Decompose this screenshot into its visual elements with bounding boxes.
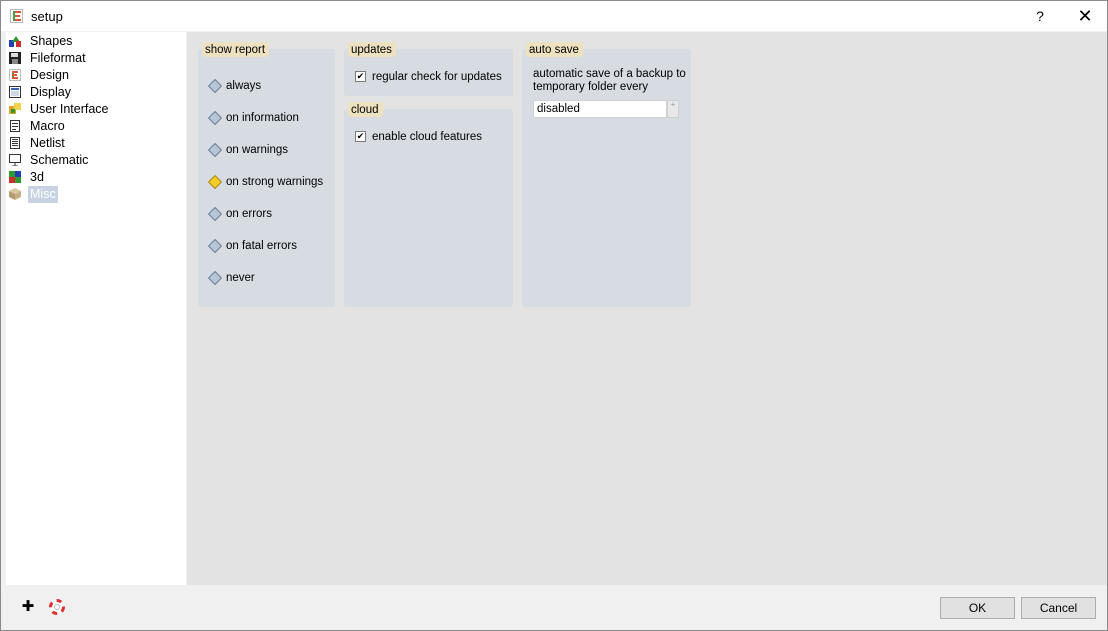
radio-diamond-icon	[207, 142, 223, 158]
misc-box-icon	[9, 188, 21, 200]
radio-diamond-icon	[207, 78, 223, 94]
auto-save-interval-input[interactable]	[533, 100, 667, 118]
floppy-disk-icon	[9, 52, 21, 64]
netlist-icon	[9, 137, 21, 149]
sidebar-item-label: Schematic	[30, 153, 89, 167]
window-title: setup	[31, 9, 63, 24]
settings-panel: show report always on information on war…	[187, 32, 1107, 585]
title-bar: setup ? ✕	[1, 1, 1107, 31]
cloud-group: cloud ✔ enable cloud features	[344, 102, 513, 307]
cancel-button[interactable]: Cancel	[1021, 597, 1096, 619]
radio-diamond-icon	[207, 110, 223, 126]
updates-title: updates	[348, 42, 396, 57]
sidebar-item-label: User Interface	[30, 102, 109, 116]
setup-window: setup ? ✕ Shapes Fileformat Design Displ…	[0, 0, 1108, 631]
sidebar-item-label: Design	[30, 68, 69, 82]
sidebar-item-label: Misc	[28, 186, 58, 203]
show-report-title: show report	[202, 42, 270, 57]
auto-save-title: auto save	[526, 42, 583, 57]
radio-diamond-selected-icon	[207, 174, 223, 190]
auto-save-group: auto save automatic save of a backup to …	[522, 42, 691, 307]
auto-save-description: automatic save of a backup to temporary …	[533, 68, 686, 93]
sidebar-item-label: Macro	[30, 119, 65, 133]
macro-icon	[9, 120, 21, 132]
close-button[interactable]: ✕	[1073, 4, 1097, 28]
sidebar-item-label: Display	[30, 85, 71, 99]
shapes-icon	[9, 35, 21, 47]
sidebar-item-label: Fileformat	[30, 51, 86, 65]
updates-group: updates ✔ regular check for updates	[344, 42, 513, 96]
sidebar-item-label: Netlist	[30, 136, 65, 150]
checkmark-icon: ✔	[355, 131, 366, 142]
checkmark-icon: ✔	[355, 71, 366, 82]
add-icon[interactable]: ✚	[20, 599, 36, 615]
radio-diamond-icon	[207, 270, 223, 286]
help-button[interactable]: ?	[1029, 6, 1051, 26]
cloud-title: cloud	[348, 102, 383, 117]
ok-button[interactable]: OK	[940, 597, 1015, 619]
show-report-group: show report always on information on war…	[198, 42, 335, 307]
sidebar-item-label: 3d	[30, 170, 44, 184]
radio-diamond-icon	[207, 238, 223, 254]
category-tree: Shapes Fileformat Design Display User In…	[6, 32, 186, 585]
design-e-icon	[9, 69, 21, 81]
user-interface-icon	[9, 103, 21, 115]
app-logo-icon	[10, 9, 23, 23]
radio-diamond-icon	[207, 206, 223, 222]
sidebar-item-label: Shapes	[30, 34, 73, 48]
spin-up-icon[interactable]: +	[667, 100, 679, 118]
lifebuoy-help-icon[interactable]	[49, 599, 65, 615]
schematic-icon	[9, 154, 21, 167]
display-icon	[9, 86, 21, 98]
3d-cube-icon	[9, 171, 21, 183]
